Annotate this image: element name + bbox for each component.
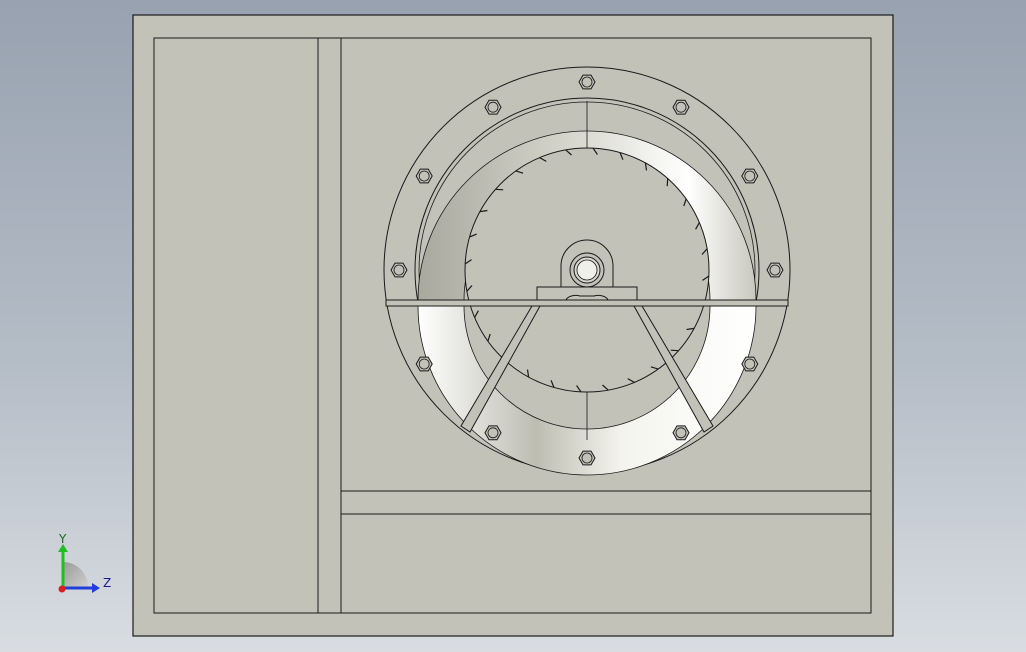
disc-tick-4 (670, 349, 679, 352)
triad-arc (63, 562, 88, 587)
triad-y-label: Y (59, 532, 67, 546)
shaft-core (576, 259, 598, 281)
model-drawing[interactable] (0, 0, 1026, 652)
triad-z-label: Z (103, 576, 112, 590)
coordinate-triad[interactable] (58, 544, 100, 593)
z-axis-arrow (92, 583, 100, 593)
disc-tick-25 (666, 178, 669, 187)
horizontal-beam[interactable] (385, 299, 789, 307)
disc-tick-18 (495, 188, 504, 191)
graphics-viewport[interactable]: Y Z (0, 0, 1026, 652)
x-axis-point (58, 585, 66, 593)
bearing-base (536, 286, 638, 301)
flange-assembly[interactable] (383, 66, 791, 476)
